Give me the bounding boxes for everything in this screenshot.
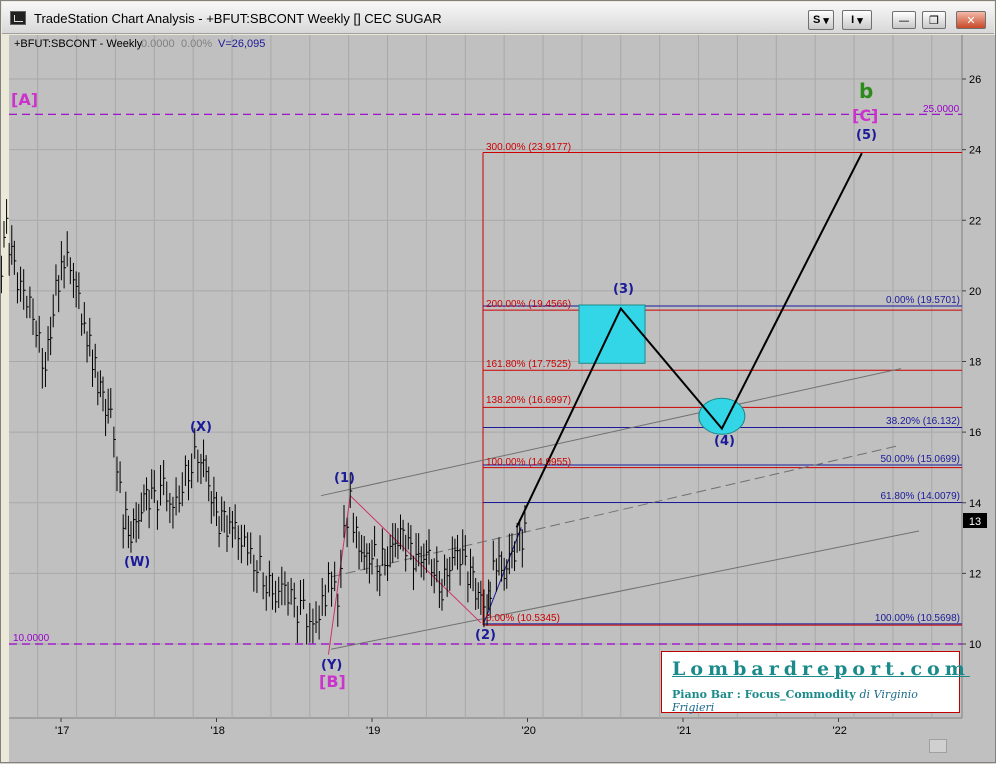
price-tick-label: 14 xyxy=(969,498,981,510)
wave-b-label: b xyxy=(859,79,873,103)
time-tick-label: '18 xyxy=(211,725,225,737)
price-tick-label: 12 xyxy=(969,568,981,580)
symbol-label: +BFUT:SBCONT - Weekly xyxy=(14,38,143,50)
ext-138-label: 138.20% (16.6997) xyxy=(486,395,571,406)
ret-100-label: 100.00% (10.5698) xyxy=(875,613,960,624)
ret-61-label: 61.80% (14.0079) xyxy=(880,491,960,502)
wave-W-label: (W) xyxy=(124,555,150,570)
time-tick-label: '20 xyxy=(522,725,536,737)
horizontal-scroll-thumb[interactable] xyxy=(929,739,947,753)
level-25-label: 25.0000 xyxy=(923,104,960,115)
time-tick-label: '21 xyxy=(677,725,691,737)
wave-1-label: (1) xyxy=(334,471,355,486)
wave-2-label: (2) xyxy=(475,628,496,643)
time-tick-label: '17 xyxy=(55,725,69,737)
wave-C-label: [C] xyxy=(852,106,878,125)
price-tick-label: 10 xyxy=(969,639,981,651)
branding-subtitle-line: Piano Bar : Focus_Commodity di Virginio … xyxy=(672,688,959,714)
volume-label: V=26,095 xyxy=(218,38,265,50)
price-axis-panel xyxy=(962,35,995,718)
wave3-target-box xyxy=(578,304,646,364)
ext-100-label: 100.00% (14.9955) xyxy=(486,457,571,468)
ret-38-label: 38.20% (16.132) xyxy=(886,416,960,427)
ret-0-label: 0.00% (19.5701) xyxy=(886,295,960,306)
ext-161-label: 161.80% (17.7525) xyxy=(486,359,571,370)
last-price-value: 13 xyxy=(969,516,981,528)
time-tick-label: '22 xyxy=(833,725,847,737)
price-tick-label: 24 xyxy=(969,145,981,157)
wave-4-label: (4) xyxy=(714,434,735,449)
header-value: 0.0000 xyxy=(141,38,175,50)
ext-0-label: 0.00% (10.5345) xyxy=(486,613,560,624)
price-tick-label: 18 xyxy=(969,357,981,369)
header-percent: 0.00% xyxy=(181,38,212,50)
price-tick-label: 16 xyxy=(969,427,981,439)
ext-200-label: 200.00% (19.4566) xyxy=(486,299,571,310)
wave-5-label: (5) xyxy=(856,128,877,143)
time-tick-label: '19 xyxy=(366,725,380,737)
ret-50-label: 50.00% (15.0699) xyxy=(880,454,960,465)
branding-subtitle: Piano Bar : Focus_Commodity xyxy=(672,688,856,701)
wave-A-label: [A] xyxy=(11,90,38,109)
price-tick-label: 22 xyxy=(969,215,981,227)
wave-3-label: (3) xyxy=(613,282,634,297)
time-axis-panel xyxy=(9,718,995,762)
wave-Y-label: (Y) xyxy=(321,658,342,673)
ext-300-label: 300.00% (23.9177) xyxy=(486,142,571,153)
branding-box: Lombardreport.com Piano Bar : Focus_Comm… xyxy=(661,651,965,714)
branding-title[interactable]: Lombardreport.com xyxy=(672,658,965,680)
price-chart[interactable]: +BFUT:SBCONT - Weekly 0.0000 0.00% V=26,… xyxy=(1,1,996,764)
level-10-label: 10.0000 xyxy=(13,633,50,644)
price-tick-label: 26 xyxy=(969,74,981,86)
price-tick-label: 20 xyxy=(969,286,981,298)
wave-X-label: (X) xyxy=(190,420,212,435)
chart-window: TradeStation Chart Analysis - +BFUT:SBCO… xyxy=(0,0,996,763)
wave-B-label: [B] xyxy=(319,672,346,691)
